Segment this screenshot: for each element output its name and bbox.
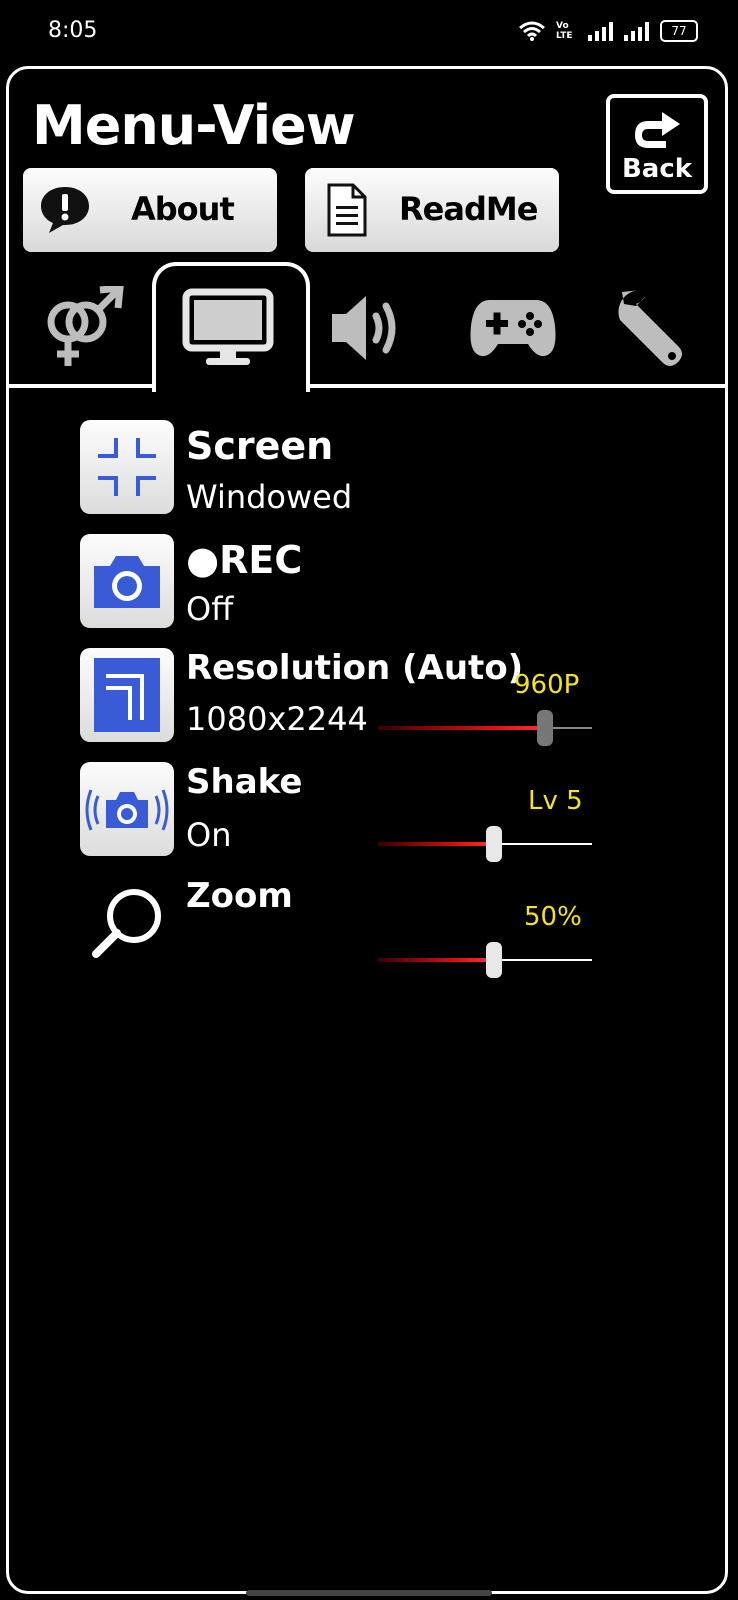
rec-value: Off [186, 590, 234, 628]
shake-slider[interactable] [378, 826, 592, 862]
gamepad-icon[interactable] [468, 286, 558, 370]
back-button[interactable]: Back [606, 94, 708, 194]
fullscreen-exit-icon [98, 438, 156, 496]
battery-level: 77 [671, 24, 687, 38]
rec-button[interactable] [80, 534, 174, 628]
zoom-label: Zoom [186, 876, 293, 916]
screen-button[interactable] [80, 420, 174, 514]
readme-label: ReadMe [399, 190, 538, 228]
slider-thumb[interactable] [486, 826, 502, 862]
screen-value: Windowed [186, 478, 353, 516]
resolution-slider[interactable] [378, 710, 592, 746]
slider-fill [378, 726, 545, 730]
battery-icon: 77 [660, 20, 698, 42]
status-time: 8:05 [48, 18, 98, 43]
camera-shake-icon [85, 789, 169, 831]
about-label: About [131, 190, 235, 228]
status-icons: Vo LTE 77 [518, 20, 698, 42]
slider-fill [378, 958, 494, 962]
shake-slider-value: Lv 5 [528, 786, 583, 816]
page-title: Menu-View [32, 94, 356, 157]
speech-exclamation-icon [41, 187, 89, 233]
magnifier-icon [92, 889, 161, 958]
back-label: Back [621, 154, 693, 184]
resolution-button[interactable] [80, 648, 174, 742]
speaker-icon[interactable] [324, 286, 410, 370]
tab-bar [6, 262, 728, 392]
monitor-icon[interactable] [180, 286, 276, 370]
document-icon [327, 183, 367, 237]
tab-divider [306, 384, 728, 388]
slider-thumb[interactable] [537, 710, 553, 746]
slider-fill [378, 842, 494, 846]
about-button[interactable]: About [23, 168, 277, 252]
tab-divider [6, 384, 156, 388]
status-bar: 8:05 Vo LTE 77 [0, 0, 738, 66]
wifi-icon [519, 21, 545, 41]
rec-label: ●REC [186, 538, 303, 582]
resolution-icon [94, 658, 160, 732]
resolution-value: 1080x2244 [186, 700, 368, 738]
resolution-slider-value: 960P [514, 670, 580, 700]
signal-icon [624, 22, 649, 41]
shake-button[interactable] [80, 762, 174, 856]
zoom-slider-value: 50% [524, 902, 582, 932]
volte-icon: Vo LTE [556, 21, 573, 41]
gesture-bar[interactable] [246, 1590, 492, 1596]
camera-icon [94, 556, 160, 608]
shake-value: On [186, 816, 232, 854]
signal-icon [588, 22, 613, 41]
wrench-icon[interactable] [610, 286, 694, 370]
readme-button[interactable]: ReadMe [305, 168, 559, 252]
back-arrow-icon [635, 112, 680, 148]
zoom-slider[interactable] [378, 942, 592, 978]
screen-label: Screen [186, 424, 334, 468]
resolution-label: Resolution (Auto) [186, 648, 524, 688]
shake-label: Shake [186, 762, 303, 802]
gender-icon[interactable] [38, 286, 124, 370]
slider-thumb[interactable] [486, 942, 502, 978]
